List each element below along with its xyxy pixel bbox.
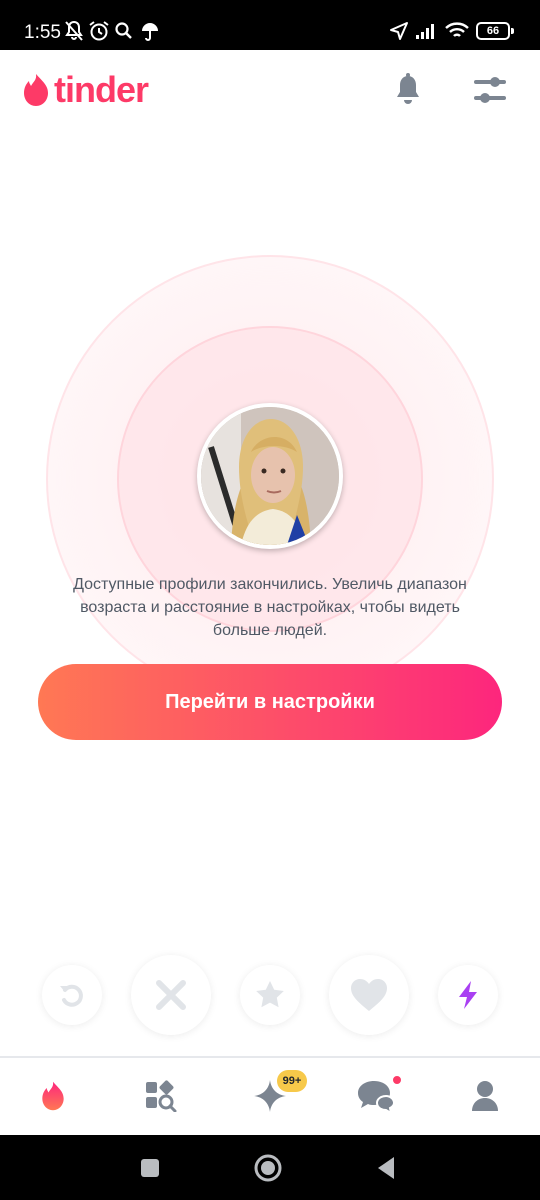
bell-off-icon: [65, 20, 83, 41]
explore-grid-icon: [146, 1080, 177, 1112]
profile-person-icon: [472, 1081, 498, 1111]
boost-bolt-icon: [459, 981, 477, 1009]
home-button[interactable]: [252, 1152, 284, 1184]
battery-icon: 66: [476, 22, 510, 40]
flame-icon: [24, 74, 48, 106]
square-icon: [141, 1159, 159, 1177]
logo-text: tinder: [54, 69, 149, 110]
tab-explore[interactable]: [141, 1076, 181, 1116]
notifications-button[interactable]: [388, 70, 428, 110]
avatar-photo: [201, 407, 339, 545]
home-circle-icon: [254, 1154, 282, 1182]
back-button[interactable]: [370, 1152, 402, 1184]
tinder-logo: tinder: [22, 68, 149, 112]
messages-unread-dot: [391, 1074, 403, 1086]
back-triangle-icon: [378, 1157, 394, 1179]
bottom-nav: [0, 1058, 540, 1135]
tab-home[interactable]: [33, 1076, 73, 1116]
umbrella-icon: [142, 23, 158, 41]
wifi-icon: [445, 22, 469, 37]
status-time: 1:55: [24, 22, 61, 43]
rewind-button[interactable]: [42, 965, 102, 1025]
battery-level: 66: [486, 25, 500, 37]
tab-profile[interactable]: [465, 1076, 505, 1116]
search-icon: [115, 22, 132, 39]
flame-icon: [42, 1081, 64, 1111]
alarm-icon: [89, 21, 109, 41]
super-like-star-icon: [256, 981, 284, 1008]
gold-badge: 99+: [277, 1070, 307, 1092]
tab-messages[interactable]: [356, 1076, 396, 1116]
status-bar: 1:55 66: [0, 0, 540, 50]
location-arrow-icon: [390, 22, 408, 40]
filters-button[interactable]: [470, 70, 510, 110]
chat-bubbles-icon: [358, 1081, 396, 1113]
system-nav-bar: [0, 1135, 540, 1200]
battery-tip: [511, 28, 514, 34]
rewind-icon: [60, 984, 83, 1007]
user-avatar: [197, 403, 343, 549]
nope-x-icon: [156, 980, 186, 1010]
super-like-button[interactable]: [240, 965, 300, 1025]
boost-button[interactable]: [438, 965, 498, 1025]
go-to-settings-button[interactable]: Перейти в настройки: [38, 664, 502, 740]
signal-icon: [416, 24, 434, 39]
filter-sliders-icon: [474, 77, 506, 103]
bell-icon: [397, 73, 419, 104]
no-profiles-message: Доступные профили закончились. Увеличь д…: [73, 576, 467, 639]
like-heart-icon: [351, 979, 387, 1011]
recents-button[interactable]: [134, 1152, 166, 1184]
app-header: tinder: [0, 50, 540, 130]
nope-button[interactable]: [131, 955, 211, 1035]
like-button[interactable]: [329, 955, 409, 1035]
